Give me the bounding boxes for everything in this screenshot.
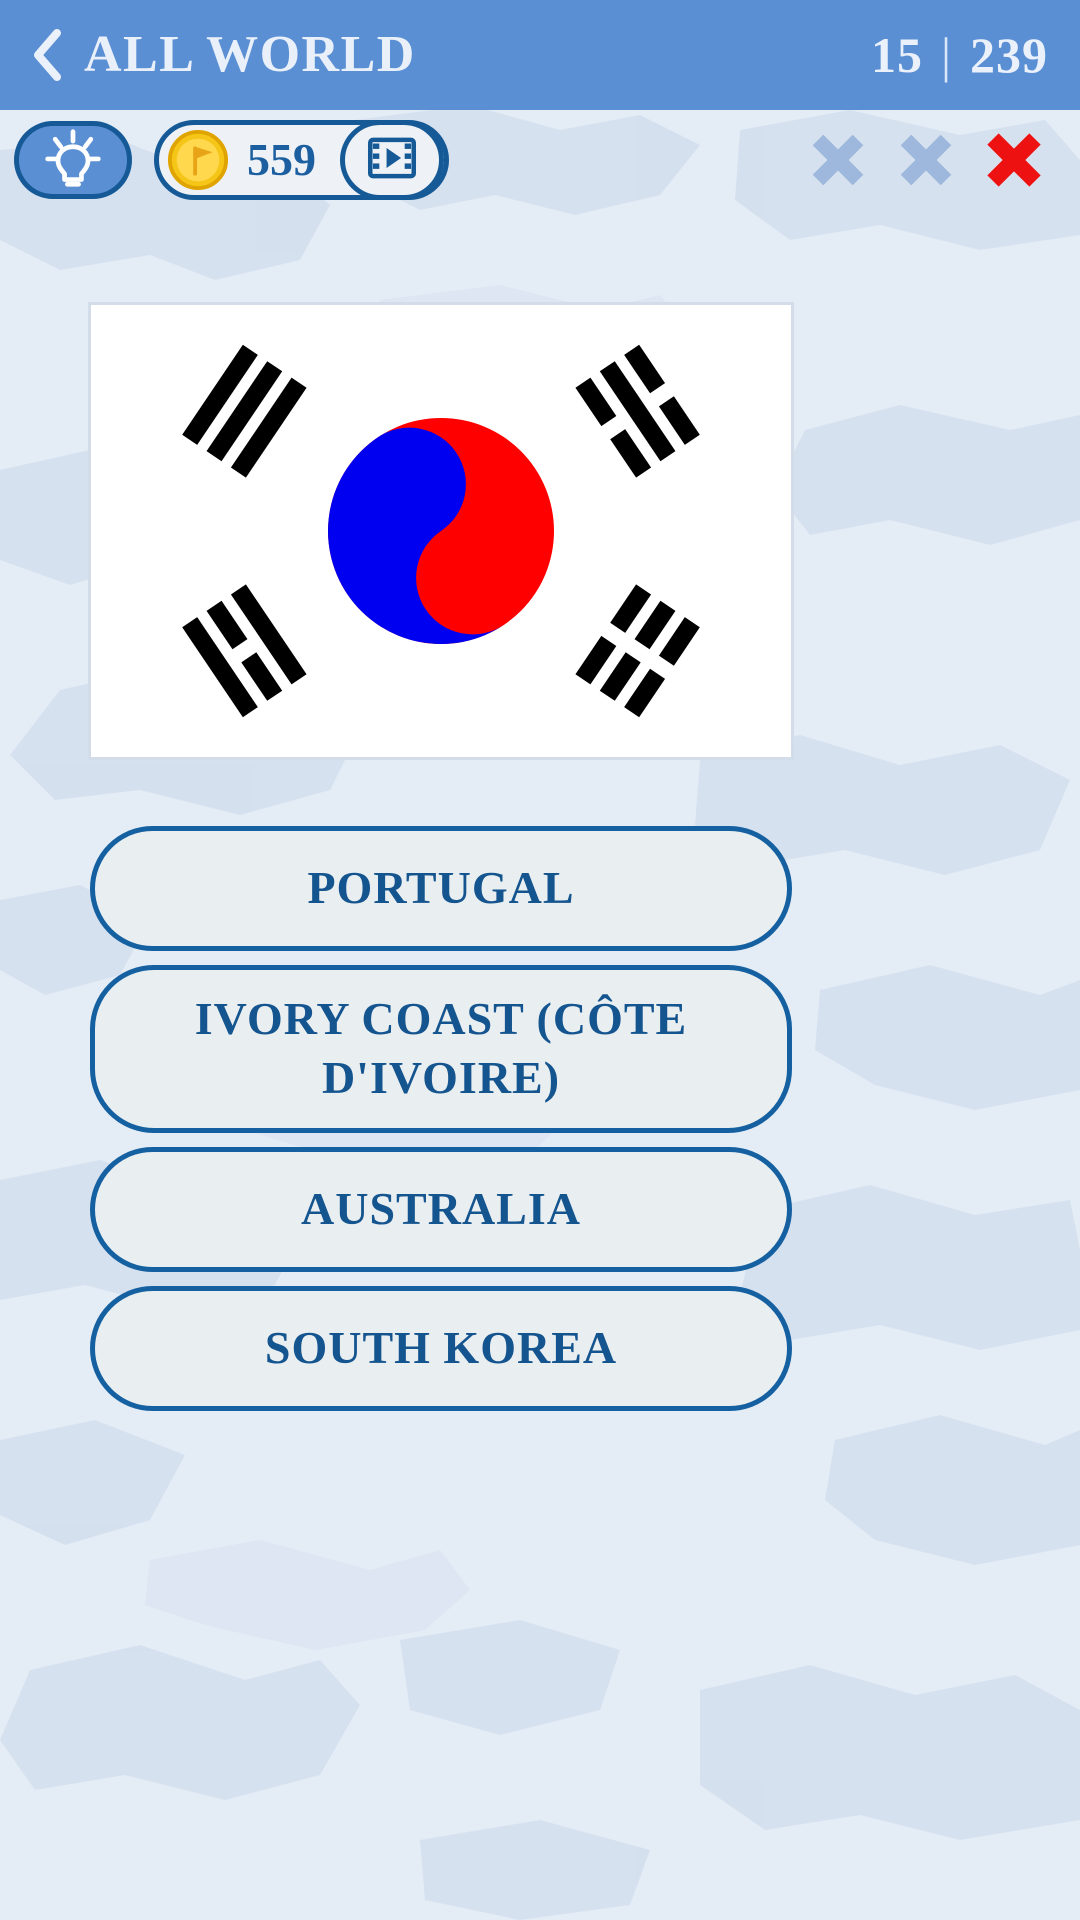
answer-option-4[interactable]: SOUTH KOREA [90,1286,792,1411]
south-korea-flag [102,305,780,757]
life-x-2-icon [894,128,958,192]
hint-button[interactable] [14,121,132,199]
coin-balance-pill[interactable]: 559 [154,120,449,200]
video-film-icon [363,129,421,192]
app-header: ALL WORLD 15 | 239 [0,0,1080,110]
answer-options-list: PORTUGAL IVORY COAST (CÔTE D'IVOIRE) AUS… [90,826,792,1411]
answer-option-2-label: IVORY COAST (CÔTE D'IVOIRE) [194,993,688,1103]
back-chevron-icon[interactable] [30,28,64,82]
lives-indicator [806,128,1080,192]
coin-count-label: 559 [247,134,316,185]
lightbulb-icon [43,128,103,193]
answer-option-1-label: PORTUGAL [307,862,575,914]
answer-option-1[interactable]: PORTUGAL [90,826,792,951]
progress-separator: | [940,27,952,83]
answer-option-2[interactable]: IVORY COAST (CÔTE D'IVOIRE) [90,965,792,1133]
watch-video-button[interactable] [340,120,444,200]
life-x-1-icon [806,128,870,192]
total-question-count: 239 [970,27,1048,83]
answer-option-3-label: AUSTRALIA [301,1183,581,1235]
current-question-number: 15 [870,27,923,83]
page-title: ALL WORLD [84,26,416,83]
answer-option-3[interactable]: AUSTRALIA [90,1147,792,1272]
flag-question-card [88,302,794,760]
life-x-3-icon [982,128,1046,192]
question-progress: 15 | 239 [871,26,1080,84]
game-toolbar: 559 [0,110,1080,210]
header-left-group: ALL WORLD [0,28,416,82]
gold-coin-flag-icon [167,129,229,191]
answer-option-4-label: SOUTH KOREA [264,1322,618,1374]
